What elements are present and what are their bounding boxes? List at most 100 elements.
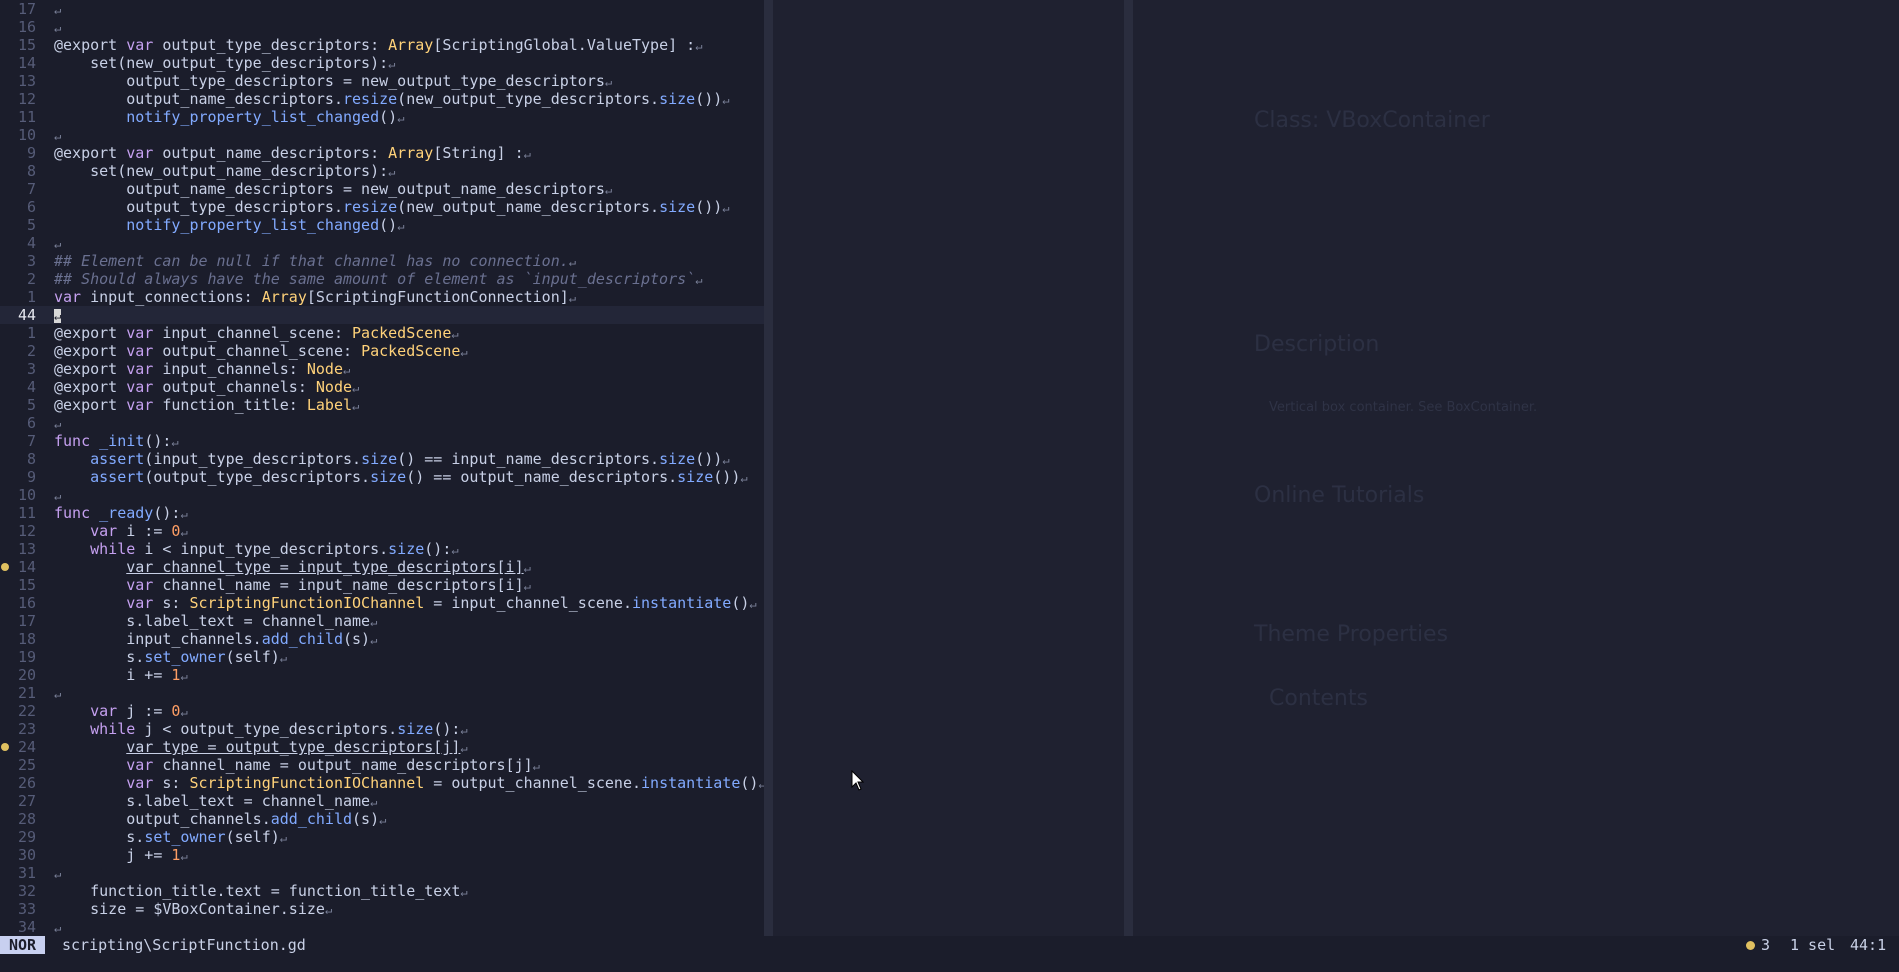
newline-marker: ↵ bbox=[460, 345, 468, 359]
code-token: Node bbox=[315, 378, 353, 396]
line-number: 4 bbox=[26, 378, 36, 396]
code-line[interactable]: 15 @export var output_type_descriptors: A… bbox=[0, 36, 764, 54]
code-token: assert bbox=[90, 450, 145, 468]
code-line[interactable]: 20 i += 1↵ bbox=[0, 666, 764, 684]
code-token: assert bbox=[90, 468, 145, 486]
code-line[interactable]: 2 ## Should always have the same amount o… bbox=[0, 270, 764, 288]
line-number: 9 bbox=[26, 468, 36, 486]
code-token: @export bbox=[54, 396, 127, 414]
code-token: (s) bbox=[343, 630, 371, 648]
code-token: ScriptingFunctionIOChannel bbox=[189, 594, 425, 612]
newline-marker: ↵ bbox=[604, 183, 613, 197]
code-text: i += 1↵ bbox=[54, 666, 187, 685]
code-text: @export var function_title: Label↵ bbox=[54, 396, 359, 415]
code-line[interactable]: 13 output_type_descriptors = new_output_… bbox=[0, 72, 764, 90]
code-line[interactable]: 32 function_title.text = function_title_… bbox=[0, 882, 764, 900]
code-line[interactable]: 3 ## Element can be null if that channel … bbox=[0, 252, 764, 270]
code-token: j += bbox=[54, 846, 172, 864]
code-line[interactable]: 9 @export var output_name_descriptors: Ar… bbox=[0, 144, 764, 162]
code-token: var bbox=[126, 594, 163, 612]
code-token: resize bbox=[342, 198, 398, 216]
code-line[interactable]: 16 ↵ bbox=[0, 18, 764, 36]
code-line[interactable]: 25 var channel_name = output_name_descri… bbox=[0, 756, 764, 774]
split-divider-left[interactable] bbox=[764, 0, 773, 936]
newline-marker: ↵ bbox=[604, 75, 613, 89]
code-line[interactable]: 17 s.label_text = channel_name↵ bbox=[0, 612, 764, 630]
code-line[interactable]: 26 var s: ScriptingFunctionIOChannel = o… bbox=[0, 774, 764, 792]
code-token: var bbox=[126, 36, 163, 54]
code-token: add_child bbox=[261, 630, 343, 648]
cursor: ↵ bbox=[54, 309, 62, 323]
code-line[interactable]: 10 ↵ bbox=[0, 486, 764, 504]
code-line[interactable]: 2 @export var output_channel_scene: Packe… bbox=[0, 342, 764, 360]
code-line[interactable]: 7 func _init():↵ bbox=[0, 432, 764, 450]
code-line[interactable]: 29 s.set_owner(self)↵ bbox=[0, 828, 764, 846]
code-line[interactable]: 8 assert(input_type_descriptors.size() =… bbox=[0, 450, 764, 468]
code-line[interactable]: 14 set(new_output_type_descriptors):↵ bbox=[0, 54, 764, 72]
code-line[interactable]: 7 output_name_descriptors = new_output_n… bbox=[0, 180, 764, 198]
code-line[interactable]: 17 ↵ bbox=[0, 0, 764, 18]
code-line[interactable]: 5 @export var function_title: Label↵ bbox=[0, 396, 764, 414]
code-line[interactable]: 22 var j := 0↵ bbox=[0, 702, 764, 720]
code-text: s.set_owner(self)↵ bbox=[54, 828, 287, 847]
code-token: var bbox=[126, 378, 163, 396]
code-line[interactable]: 11 func _ready():↵ bbox=[0, 504, 764, 522]
split-divider-right[interactable] bbox=[1124, 0, 1133, 936]
code-line[interactable]: 10 ↵ bbox=[0, 126, 764, 144]
code-line[interactable]: 6 ↵ bbox=[0, 414, 764, 432]
code-line[interactable]: 8 set(new_output_name_descriptors):↵ bbox=[0, 162, 764, 180]
line-number: 23 bbox=[17, 720, 36, 738]
code-line[interactable]: 34 ↵ bbox=[0, 918, 764, 936]
code-line[interactable]: 4 @export var output_channels: Node↵ bbox=[0, 378, 764, 396]
code-line[interactable]: 9 assert(output_type_descriptors.size() … bbox=[0, 468, 764, 486]
code-token: size bbox=[677, 468, 714, 486]
code-text: s.set_owner(self)↵ bbox=[54, 648, 287, 667]
code-line[interactable]: 14 var channel_type = input_type_descrip… bbox=[0, 558, 764, 576]
code-line[interactable]: 28 output_channels.add_child(s)↵ bbox=[0, 810, 764, 828]
code-line[interactable]: 3 @export var input_channels: Node↵ bbox=[0, 360, 764, 378]
code-line[interactable]: 44 ↵ bbox=[0, 306, 764, 324]
code-token: while bbox=[90, 720, 145, 738]
code-line[interactable]: 27 s.label_text = channel_name↵ bbox=[0, 792, 764, 810]
code-line[interactable]: 30 j += 1↵ bbox=[0, 846, 764, 864]
code-line[interactable]: 31 ↵ bbox=[0, 864, 764, 882]
code-token: input_channels: bbox=[162, 360, 307, 378]
line-number: 10 bbox=[17, 486, 36, 504]
diagnostics-count[interactable]: 3 bbox=[1746, 936, 1770, 954]
code-line[interactable]: 15 var channel_name = input_name_descrip… bbox=[0, 576, 764, 594]
code-line[interactable]: 16 var s: ScriptingFunctionIOChannel = i… bbox=[0, 594, 764, 612]
line-number: 17 bbox=[17, 612, 36, 630]
command-line[interactable] bbox=[0, 954, 1899, 972]
code-token: PackedScene bbox=[352, 324, 452, 342]
line-number: 20 bbox=[17, 666, 36, 684]
code-line[interactable]: 1 @export var input_channel_scene: Packed… bbox=[0, 324, 764, 342]
code-text: notify_property_list_changed()↵ bbox=[54, 108, 404, 127]
newline-marker: ↵ bbox=[370, 795, 378, 809]
code-line[interactable]: 24 var type = output_type_descriptors[j]… bbox=[0, 738, 764, 756]
line-number: 2 bbox=[26, 270, 36, 288]
code-text: var channel_name = output_name_descripto… bbox=[54, 756, 540, 775]
code-line[interactable]: 4 ↵ bbox=[0, 234, 764, 252]
code-editor[interactable]: 17 ↵ 16 ↵ 15 @export var output_type_descript… bbox=[0, 0, 764, 936]
line-number: 6 bbox=[26, 414, 36, 432]
line-number: 17 bbox=[17, 0, 36, 18]
code-line[interactable]: 12 output_name_descriptors.resize(new_ou… bbox=[0, 90, 764, 108]
code-text: output_channels.add_child(s)↵ bbox=[54, 810, 386, 829]
code-line[interactable]: 6 output_type_descriptors.resize(new_out… bbox=[0, 198, 764, 216]
code-line[interactable]: 13 while i < input_type_descriptors.size… bbox=[0, 540, 764, 558]
code-line[interactable]: 18 input_channels.add_child(s)↵ bbox=[0, 630, 764, 648]
code-line[interactable]: 33 size = $VBoxContainer.size↵ bbox=[0, 900, 764, 918]
code-line[interactable]: 21 ↵ bbox=[0, 684, 764, 702]
code-line[interactable]: 11 notify_property_list_changed()↵ bbox=[0, 108, 764, 126]
code-token: channel_name = output_name_descriptors[j… bbox=[162, 756, 533, 774]
code-line[interactable]: 23 while j < output_type_descriptors.siz… bbox=[0, 720, 764, 738]
code-token: j < output_type_descriptors. bbox=[144, 720, 398, 738]
code-line[interactable]: 19 s.set_owner(self)↵ bbox=[0, 648, 764, 666]
newline-marker: ↵ bbox=[54, 3, 62, 17]
code-line[interactable]: 5 notify_property_list_changed()↵ bbox=[0, 216, 764, 234]
code-line[interactable]: 12 var i := 0↵ bbox=[0, 522, 764, 540]
code-line[interactable]: 1 var input_connections: Array[ScriptingF… bbox=[0, 288, 764, 306]
